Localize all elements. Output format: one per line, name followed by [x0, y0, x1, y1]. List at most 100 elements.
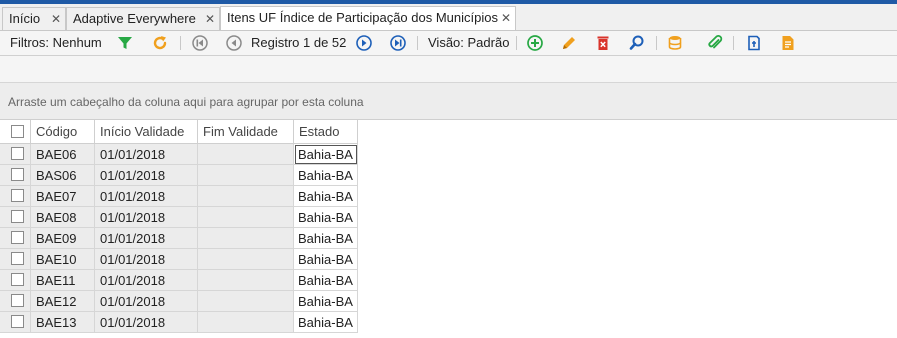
database-icon[interactable] — [667, 34, 685, 52]
table-row[interactable]: BAE10 01/01/2018 Bahia-BA — [0, 249, 358, 270]
row-select-cell[interactable] — [0, 312, 31, 333]
record-counter: Registro 1 de 52 — [251, 35, 347, 50]
row-select-cell[interactable] — [0, 186, 31, 207]
row-select-cell[interactable] — [0, 291, 31, 312]
next-record-icon[interactable] — [355, 34, 373, 52]
toolbar-separator — [656, 36, 657, 50]
cell-fim-validade[interactable] — [198, 270, 294, 291]
cell-estado[interactable]: Bahia-BA — [294, 249, 358, 270]
column-header-fim-validade[interactable]: Fim Validade — [198, 120, 294, 144]
cell-estado[interactable]: Bahia-BA — [294, 312, 358, 333]
header-select-all[interactable] — [0, 120, 31, 144]
group-by-drop-zone[interactable]: Arraste um cabeçalho da coluna aqui para… — [0, 83, 897, 120]
row-select-cell[interactable] — [0, 144, 31, 165]
cell-fim-validade[interactable] — [198, 249, 294, 270]
toolbar-separator — [516, 36, 517, 50]
cell-inicio-validade[interactable]: 01/01/2018 — [95, 291, 198, 312]
column-header-estado[interactable]: Estado — [294, 120, 358, 144]
search-icon[interactable] — [628, 34, 646, 52]
add-icon[interactable] — [526, 34, 544, 52]
table-row[interactable]: BAE09 01/01/2018 Bahia-BA — [0, 228, 358, 249]
cell-codigo[interactable]: BAE09 — [31, 228, 95, 249]
row-checkbox[interactable] — [11, 315, 24, 328]
cell-fim-validade[interactable] — [198, 165, 294, 186]
cell-codigo[interactable]: BAE10 — [31, 249, 95, 270]
cell-estado[interactable]: Bahia-BA — [294, 165, 358, 186]
cell-estado[interactable]: Bahia-BA — [294, 228, 358, 249]
close-icon[interactable]: ✕ — [205, 8, 215, 30]
tab-adaptive-everywhere[interactable]: Adaptive Everywhere ✕ — [66, 7, 220, 30]
view-label[interactable]: Visão: Padrão — [428, 31, 509, 55]
cell-inicio-validade[interactable]: 01/01/2018 — [95, 249, 198, 270]
cell-codigo[interactable]: BAE13 — [31, 312, 95, 333]
tab-inicio[interactable]: Início ✕ — [2, 7, 66, 30]
cell-inicio-validade[interactable]: 01/01/2018 — [95, 144, 198, 165]
select-all-checkbox[interactable] — [11, 125, 24, 138]
row-checkbox[interactable] — [11, 294, 24, 307]
column-header-codigo[interactable]: Código — [31, 120, 95, 144]
table-row[interactable]: BAE11 01/01/2018 Bahia-BA — [0, 270, 358, 291]
first-record-icon[interactable] — [191, 34, 209, 52]
refresh-icon[interactable] — [151, 34, 169, 52]
close-icon[interactable]: ✕ — [51, 8, 61, 30]
filter-icon[interactable] — [116, 34, 134, 52]
export-icon[interactable] — [745, 34, 763, 52]
cell-inicio-validade[interactable]: 01/01/2018 — [95, 207, 198, 228]
row-select-cell[interactable] — [0, 249, 31, 270]
close-icon[interactable]: ✕ — [501, 7, 511, 29]
row-checkbox[interactable] — [11, 252, 24, 265]
tab-label: Adaptive Everywhere — [73, 11, 196, 26]
cell-fim-validade[interactable] — [198, 207, 294, 228]
cell-inicio-validade[interactable]: 01/01/2018 — [95, 270, 198, 291]
cell-inicio-validade[interactable]: 01/01/2018 — [95, 186, 198, 207]
table-row[interactable]: BAE07 01/01/2018 Bahia-BA — [0, 186, 358, 207]
tab-itens-uf[interactable]: Itens UF Índice de Participação dos Muni… — [220, 6, 516, 30]
row-checkbox[interactable] — [11, 189, 24, 202]
cell-codigo[interactable]: BAE11 — [31, 270, 95, 291]
cell-fim-validade[interactable] — [198, 144, 294, 165]
row-checkbox[interactable] — [11, 273, 24, 286]
cell-codigo[interactable]: BAS06 — [31, 165, 95, 186]
cell-fim-validade[interactable] — [198, 228, 294, 249]
cell-estado[interactable]: Bahia-BA — [294, 186, 358, 207]
row-checkbox[interactable] — [11, 168, 24, 181]
cell-estado[interactable]: Bahia-BA — [294, 144, 358, 165]
table-row[interactable]: BAE13 01/01/2018 Bahia-BA — [0, 312, 358, 333]
attach-icon[interactable] — [706, 34, 724, 52]
table-row[interactable]: BAE12 01/01/2018 Bahia-BA — [0, 291, 358, 312]
tab-strip: Início ✕ Adaptive Everywhere ✕ Itens UF … — [0, 4, 897, 31]
previous-record-icon[interactable] — [225, 34, 243, 52]
cell-inicio-validade[interactable]: 01/01/2018 — [95, 228, 198, 249]
cell-inicio-validade[interactable]: 01/01/2018 — [95, 312, 198, 333]
cell-fim-validade[interactable] — [198, 291, 294, 312]
delete-icon[interactable] — [594, 34, 612, 52]
row-checkbox[interactable] — [11, 231, 24, 244]
cell-estado[interactable]: Bahia-BA — [294, 291, 358, 312]
edit-icon[interactable] — [560, 34, 578, 52]
cell-estado[interactable]: Bahia-BA — [294, 270, 358, 291]
cell-codigo[interactable]: BAE07 — [31, 186, 95, 207]
row-select-cell[interactable] — [0, 228, 31, 249]
table-row[interactable]: BAS06 01/01/2018 Bahia-BA — [0, 165, 358, 186]
cell-estado[interactable]: Bahia-BA — [294, 207, 358, 228]
row-select-cell[interactable] — [0, 165, 31, 186]
table-row[interactable]: BAE08 01/01/2018 Bahia-BA — [0, 207, 358, 228]
cell-fim-validade[interactable] — [198, 186, 294, 207]
cell-codigo[interactable]: BAE08 — [31, 207, 95, 228]
last-record-icon[interactable] — [389, 34, 407, 52]
row-checkbox[interactable] — [11, 210, 24, 223]
row-select-cell[interactable] — [0, 207, 31, 228]
cell-fim-validade[interactable] — [198, 312, 294, 333]
cell-codigo[interactable]: BAE12 — [31, 291, 95, 312]
toolbar-separator — [180, 36, 181, 50]
row-checkbox[interactable] — [11, 147, 24, 160]
row-select-cell[interactable] — [0, 270, 31, 291]
filters-label[interactable]: Filtros: Nenhum — [10, 31, 102, 55]
table-row[interactable]: BAE06 01/01/2018 Bahia-BA — [0, 144, 358, 165]
column-header-inicio-validade[interactable]: Início Validade — [95, 120, 198, 144]
toolbar: Filtros: Nenhum Registro 1 de 52 Visão: … — [0, 31, 897, 56]
cell-codigo[interactable]: BAE06 — [31, 144, 95, 165]
secondary-toolbar — [0, 56, 897, 83]
cell-inicio-validade[interactable]: 01/01/2018 — [95, 165, 198, 186]
report-icon[interactable] — [779, 34, 797, 52]
